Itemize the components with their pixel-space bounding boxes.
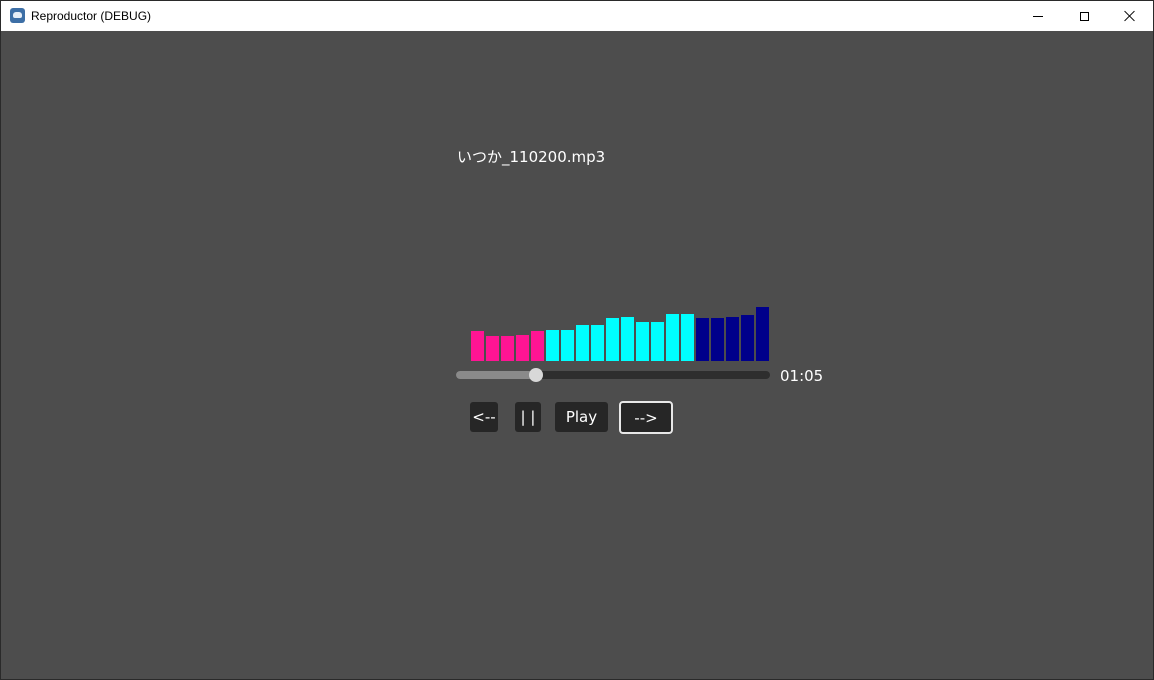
previous-button[interactable]: <-- [470, 402, 498, 432]
visualizer-bar [486, 336, 499, 361]
visualizer-bar [651, 322, 664, 361]
track-title: いつか_110200.mp3 [457, 148, 606, 166]
visualizer-bar [546, 330, 559, 361]
visualizer-bar [711, 318, 724, 361]
seek-slider[interactable] [456, 368, 770, 382]
window-title: Reproductor (DEBUG) [31, 9, 152, 23]
visualizer-bar [591, 325, 604, 361]
visualizer-bar [501, 336, 514, 361]
app-logo-icon [10, 8, 25, 23]
visualizer-bar [516, 335, 529, 361]
visualizer-bar [606, 318, 619, 361]
elapsed-time: 01:05 [780, 367, 824, 385]
minimize-button[interactable] [1015, 1, 1061, 31]
visualizer-bar [531, 331, 544, 361]
visualizer-bar [756, 307, 769, 361]
close-icon [1124, 10, 1136, 22]
visualizer-bar [621, 317, 634, 361]
seek-thumb[interactable] [529, 368, 543, 382]
visualizer-bar [576, 325, 589, 361]
pause-button[interactable]: | | [515, 402, 541, 432]
visualizer-bar [681, 314, 694, 361]
visualizer-bar [741, 315, 754, 361]
close-button[interactable] [1107, 1, 1153, 31]
app-window: Reproductor (DEBUG) いつか_110200.mp3 01:05… [0, 0, 1154, 680]
next-button[interactable]: --> [619, 401, 673, 434]
visualizer-bar [636, 322, 649, 361]
title-bar[interactable]: Reproductor (DEBUG) [1, 1, 1153, 31]
visualizer-bar [561, 330, 574, 361]
visualizer-bar [726, 317, 739, 361]
visualizer-bar [696, 318, 709, 361]
maximize-button[interactable] [1061, 1, 1107, 31]
maximize-icon [1079, 11, 1089, 21]
visualizer-bar [666, 314, 679, 361]
play-button[interactable]: Play [555, 402, 608, 432]
spectrum-visualizer [471, 301, 771, 361]
visualizer-bar [471, 331, 484, 361]
minimize-icon [1033, 15, 1043, 17]
seek-progress-fill [456, 371, 536, 379]
